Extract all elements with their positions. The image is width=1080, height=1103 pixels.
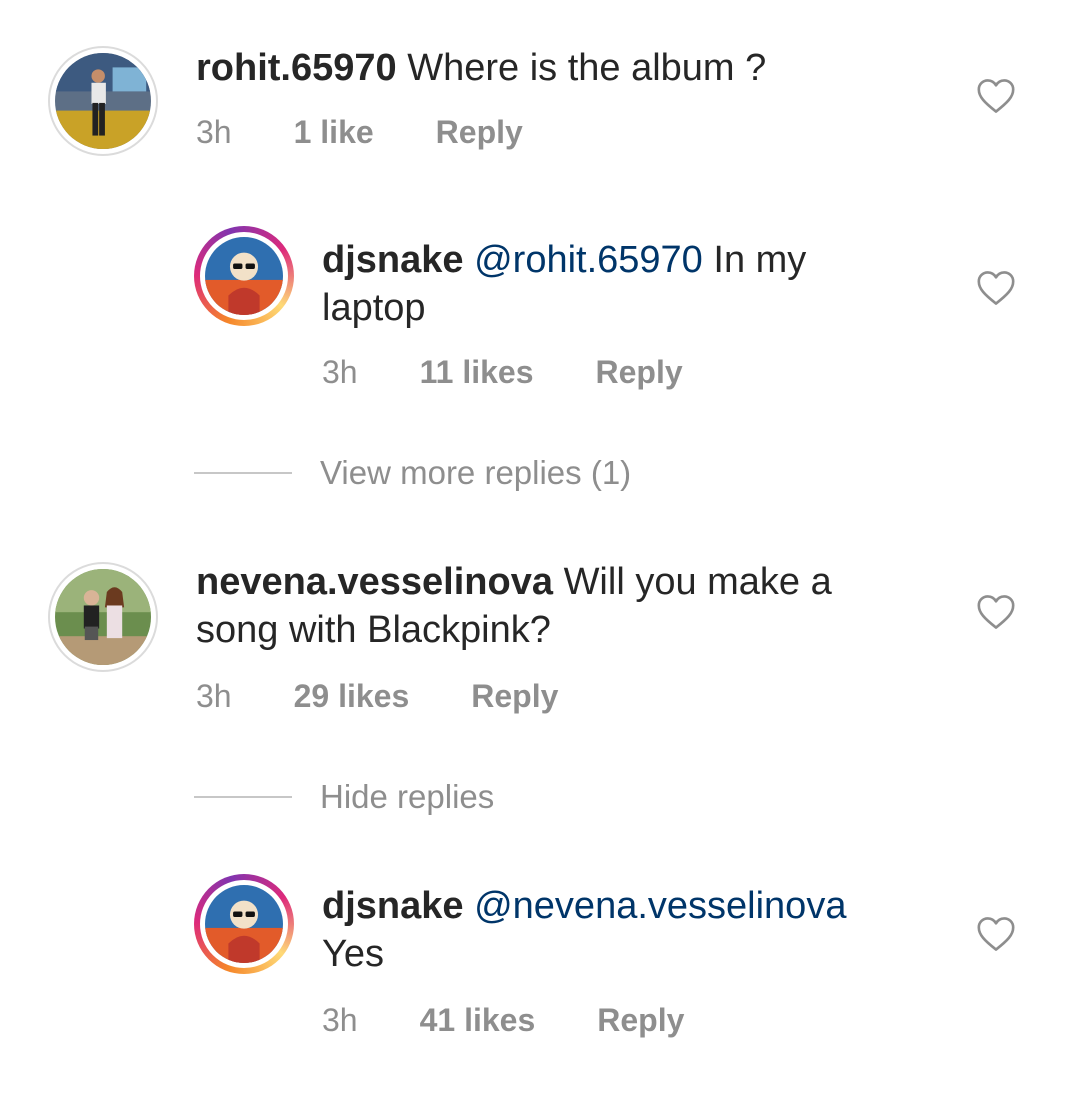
divider-line [194,796,292,798]
avatar-photo [205,885,283,963]
like-heart-icon[interactable] [976,78,1016,114]
reply-text: djsnake @nevena.vesselinova Yes [322,882,846,978]
comment-likes[interactable]: 29 likes [294,676,410,716]
view-more-label[interactable]: View more replies (1) [320,454,631,492]
comment-body: song with Blackpink? [196,609,551,651]
hide-replies-label[interactable]: Hide replies [320,778,494,816]
comment-likes[interactable]: 41 likes [420,1000,536,1040]
divider-line [194,472,292,474]
avatar-photo [205,237,283,315]
comment-meta: 3h 41 likes Reply [322,1000,684,1040]
reply-text: djsnake @rohit.65970 In my laptop [322,236,806,332]
comment-username[interactable]: nevena.vesselinova [196,561,553,603]
comment-body: Where is the album ? [407,47,767,89]
comment-text: nevena.vesselinova Will you make a song … [196,558,832,654]
comment-time: 3h [196,114,232,150]
mention-link[interactable]: @nevena.vesselinova [474,885,846,927]
comment-username[interactable]: djsnake [322,885,464,927]
avatar[interactable] [194,874,294,974]
comment-item: rohit.65970 Where is the album ? 3h 1 li… [0,0,1080,200]
comment-body: Yes [322,933,384,975]
comment-text: rohit.65970 Where is the album ? [196,44,766,92]
comment-likes[interactable]: 11 likes [420,352,534,392]
comment-meta: 3h 11 likes Reply [322,352,683,392]
comment-time: 3h [322,1002,358,1038]
avatar-photo [55,569,151,665]
comment-time: 3h [196,678,232,714]
comment-body: Will you make a [563,561,832,603]
reply-button[interactable]: Reply [436,112,523,152]
avatar[interactable] [194,226,294,326]
comment-username[interactable]: djsnake [322,239,464,281]
comment-likes[interactable]: 1 like [294,112,374,152]
mention-link[interactable]: @rohit.65970 [474,239,703,281]
comment-body: laptop [322,287,426,329]
reply-button[interactable]: Reply [471,676,558,716]
comment-time: 3h [322,354,358,390]
comment-body: In my [713,239,807,281]
reply-item: djsnake @nevena.vesselinova Yes 3h 41 li… [0,850,1080,1090]
comment-item: nevena.vesselinova Will you make a song … [0,540,1080,740]
reply-button[interactable]: Reply [597,1000,684,1040]
like-heart-icon[interactable] [976,916,1016,952]
avatar-photo [55,53,151,149]
hide-replies-button[interactable]: Hide replies [194,778,494,816]
like-heart-icon[interactable] [976,594,1016,630]
comment-meta: 3h 29 likes Reply [196,676,558,716]
like-heart-icon[interactable] [976,270,1016,306]
comment-meta: 3h 1 like Reply [196,112,523,152]
reply-button[interactable]: Reply [595,352,682,392]
comment-username[interactable]: rohit.65970 [196,47,397,89]
avatar[interactable] [48,46,158,156]
view-more-replies-button[interactable]: View more replies (1) [194,454,631,492]
avatar[interactable] [48,562,158,672]
reply-item: djsnake @rohit.65970 In my laptop 3h 11 … [0,200,1080,430]
